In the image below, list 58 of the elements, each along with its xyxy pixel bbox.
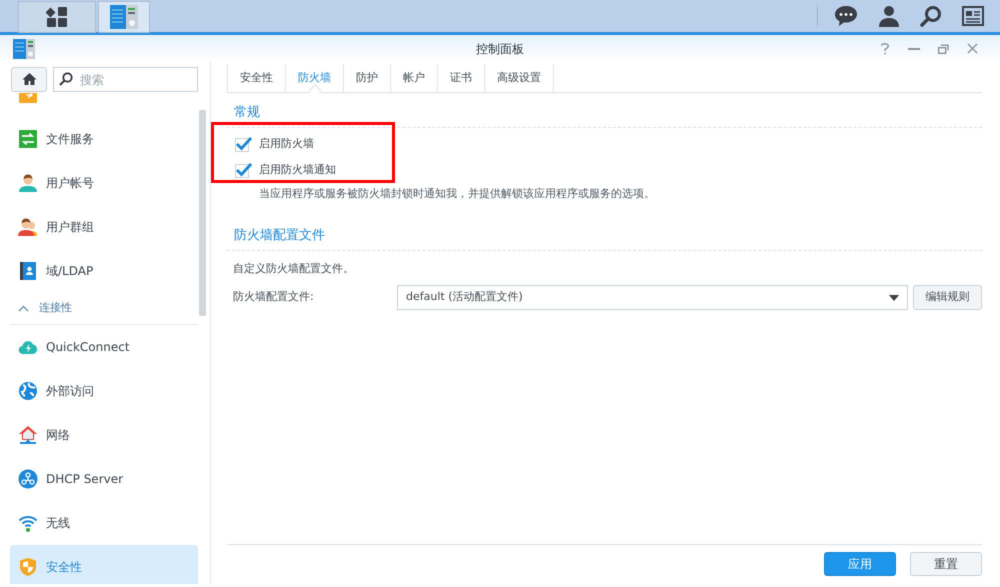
edit-rules-button[interactable]: 编辑规则 <box>913 285 982 310</box>
sidebar-item[interactable]: 用户群组 <box>10 205 198 249</box>
house-network-icon <box>18 425 38 445</box>
caret-icon <box>889 294 899 300</box>
sidebar-item[interactable]: QuickConnect <box>10 325 198 369</box>
checkbox[interactable] <box>235 138 249 152</box>
search-icon <box>59 72 73 86</box>
close-icon[interactable] <box>967 43 978 54</box>
search-icon[interactable] <box>920 5 942 27</box>
taskbar-app-button[interactable] <box>18 1 96 33</box>
control-panel-icon <box>13 38 35 58</box>
file-transfer-icon <box>18 129 38 149</box>
checkbox[interactable] <box>235 164 249 178</box>
tab[interactable]: 证书 <box>438 64 485 92</box>
sidebar-item[interactable]: 外部访问 <box>10 369 198 413</box>
sidebar-item[interactable]: 网络 <box>10 413 198 457</box>
apps-grid-icon <box>46 6 68 28</box>
wifi-icon <box>18 513 38 533</box>
minimize-icon[interactable] <box>908 48 920 50</box>
control-panel-icon <box>110 5 138 29</box>
checkbox-label: 启用防火墙通知 <box>259 162 336 178</box>
tab[interactable]: 帐户 <box>391 64 438 92</box>
window-title: 控制面板 <box>476 40 524 58</box>
scrollbar[interactable] <box>199 110 206 316</box>
help-text: 当应用程序或服务被防火墙封锁时通知我，并提供解锁该应用程序或服务的选项。 <box>259 186 656 202</box>
tab[interactable]: 高级设置 <box>485 64 554 92</box>
home-button[interactable] <box>11 66 47 92</box>
shield-icon <box>18 557 38 577</box>
id-card-icon[interactable] <box>962 6 984 26</box>
description-text: 自定义防火墙配置文件。 <box>233 260 355 276</box>
globe-icon <box>18 381 38 401</box>
section-title: 防火墙配置文件 <box>234 227 326 245</box>
collapse-caret-icon[interactable] <box>18 305 29 312</box>
checkbox-label: 启用防火墙 <box>259 136 314 152</box>
sidebar-item[interactable]: 文件服务 <box>10 117 198 161</box>
sidebar-item[interactable]: 用户帐号 <box>10 161 198 205</box>
field-label: 防火墙配置文件: <box>233 289 315 306</box>
profile-dropdown[interactable]: default (活动配置文件) <box>397 285 908 310</box>
tab[interactable]: 防护 <box>344 64 391 92</box>
tab[interactable]: 安全性 <box>227 64 286 92</box>
restore-icon[interactable] <box>938 44 949 54</box>
chat-icon[interactable] <box>834 5 858 27</box>
reset-button[interactable]: 重置 <box>910 552 982 576</box>
network-nodes-icon <box>18 469 38 489</box>
sidebar-section-header[interactable]: 连接性 <box>39 300 72 317</box>
tab[interactable]: 防火墙 <box>286 64 344 92</box>
help-icon[interactable] <box>880 42 890 54</box>
search-field[interactable]: 搜索 <box>53 67 198 92</box>
directory-book-icon <box>18 261 38 281</box>
user-group-icon <box>18 217 38 237</box>
home-icon <box>22 72 36 86</box>
sidebar-item[interactable]: DHCP Server <box>10 457 198 501</box>
section-title: 常规 <box>234 104 261 122</box>
sidebar-item[interactable]: 域/LDAP <box>10 249 198 293</box>
user-icon[interactable] <box>878 5 900 27</box>
dropdown-value: default (活动配置文件) <box>406 289 524 306</box>
user-icon <box>18 173 38 193</box>
sidebar-item[interactable]: 无线 <box>10 501 198 545</box>
